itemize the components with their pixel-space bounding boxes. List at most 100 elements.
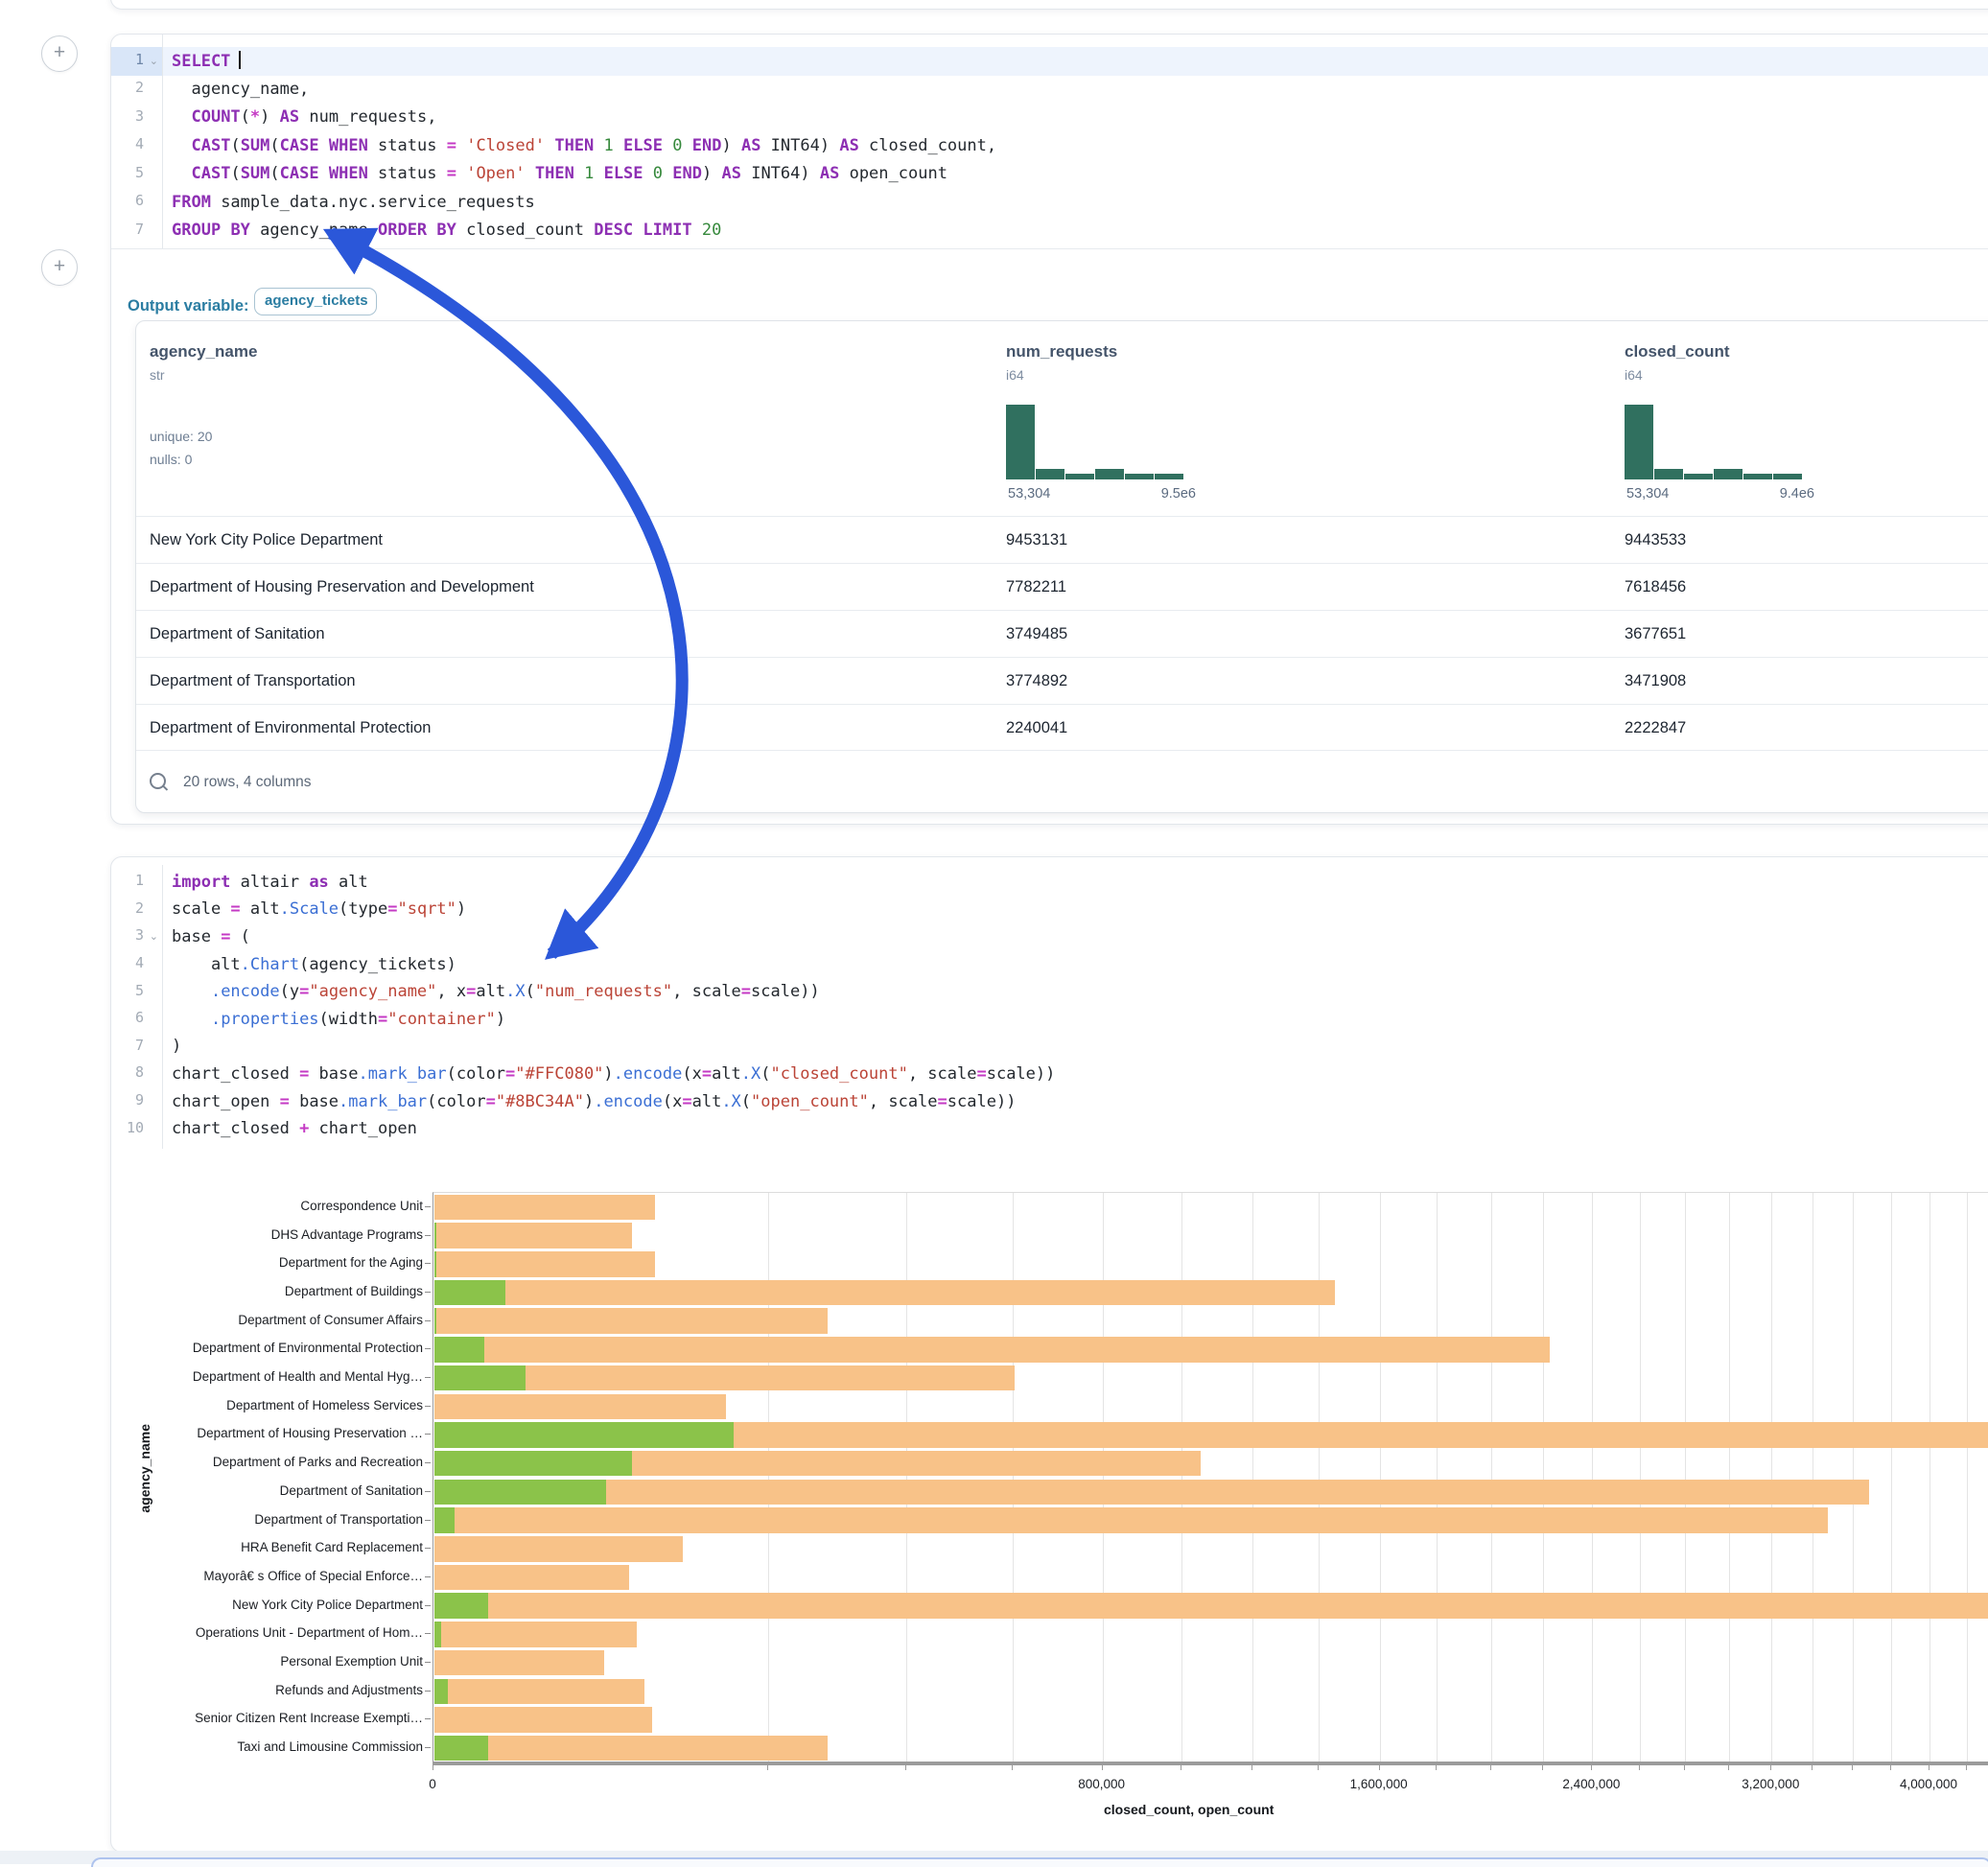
code-line[interactable]: 5 CAST(SUM(CASE WHEN status = 'Open' THE… [111, 160, 1988, 189]
search-icon[interactable] [150, 773, 166, 789]
x-axis-tick-label: 3,200,000 [1703, 1777, 1837, 1791]
bar-closed [434, 1736, 828, 1762]
bar-closed [434, 1622, 637, 1647]
y-axis-label: DHS Advantage Programs [110, 1227, 423, 1242]
y-axis-label: New York City Police Department [110, 1598, 423, 1612]
python-code-editor[interactable]: 1import altair as alt2scale = alt.Scale(… [111, 869, 1988, 1147]
add-cell-button-top[interactable]: + [41, 35, 78, 72]
histogram-bar [1095, 469, 1124, 479]
output-variable-pill[interactable]: agency_tickets [254, 288, 377, 315]
x-tick [1591, 1765, 1592, 1770]
x-tick [1490, 1765, 1491, 1770]
y-axis-label: Department of Transportation [110, 1512, 423, 1527]
code-line[interactable]: 6 .properties(width="container") [111, 1006, 1988, 1034]
code-text: agency_name, [172, 80, 309, 99]
gridline [1252, 1193, 1253, 1762]
table-row[interactable]: New York City Police Department945313194… [136, 516, 1988, 564]
y-tick [425, 1348, 431, 1349]
x-tick [1890, 1765, 1891, 1770]
y-tick [425, 1691, 431, 1692]
table-cell: New York City Police Department [150, 517, 383, 564]
code-line[interactable]: 6FROM sample_data.nyc.service_requests [111, 189, 1988, 218]
code-line[interactable]: 7GROUP BY agency_name ORDER BY closed_co… [111, 217, 1988, 245]
bar-closed [434, 1394, 726, 1420]
code-text: scale = alt.Scale(type="sqrt") [172, 899, 466, 919]
code-line[interactable]: 5 .encode(y="agency_name", x=alt.X("num_… [111, 978, 1988, 1006]
sql-code-editor[interactable]: 1⌄SELECT2 agency_name,3 COUNT(*) AS num_… [111, 47, 1988, 248]
line-number: 2 [115, 79, 144, 96]
x-tick [767, 1765, 768, 1770]
table-cell: 2222847 [1625, 705, 1686, 752]
gridline [906, 1193, 907, 1762]
gridline [1181, 1193, 1182, 1762]
line-gutter: 5 [111, 978, 162, 1006]
table-row[interactable]: Department of Housing Preservation and D… [136, 563, 1988, 611]
collapse-chevron-icon[interactable]: ⌄ [150, 55, 158, 67]
code-text: .properties(width="container") [172, 1010, 505, 1029]
y-tick [425, 1491, 431, 1492]
output-variable-bar: Output variable: agency_tickets [111, 248, 1988, 321]
column-header-num_requests[interactable]: num_requests [1006, 342, 1117, 362]
code-line[interactable]: 10chart_closed + chart_open [111, 1115, 1988, 1143]
next-cell-top-edge[interactable] [91, 1857, 1988, 1867]
code-text: GROUP BY agency_name ORDER BY closed_cou… [172, 221, 721, 240]
line-number: 1 [115, 51, 144, 68]
code-line[interactable]: 4 alt.Chart(agency_tickets) [111, 951, 1988, 979]
y-axis-label: Department of Buildings [110, 1284, 423, 1298]
add-cell-button-output[interactable]: + [41, 249, 78, 286]
bar-open [434, 1308, 436, 1334]
table-row[interactable]: Department of Transportation377489234719… [136, 657, 1988, 705]
table-row[interactable]: Department of Environmental Protection22… [136, 704, 1988, 752]
x-axis-tick-label: 1,600,000 [1312, 1777, 1446, 1791]
bar-open [434, 1622, 441, 1647]
x-tick [1684, 1765, 1685, 1770]
gridline [1103, 1193, 1104, 1762]
table-cell: Department of Housing Preservation and D… [150, 564, 534, 611]
code-line[interactable]: 9chart_open = base.mark_bar(color="#8BC3… [111, 1088, 1988, 1116]
bar-closed [434, 1707, 652, 1733]
column-meta: unique: 20 [150, 429, 212, 444]
code-line[interactable]: 1⌄SELECT [111, 47, 1988, 76]
code-line[interactable]: 3 COUNT(*) AS num_requests, [111, 104, 1988, 132]
y-axis-label: Department of Consumer Affairs [110, 1313, 423, 1327]
y-tick [425, 1462, 431, 1463]
column-meta: nulls: 0 [150, 452, 192, 467]
code-text: CAST(SUM(CASE WHEN status = 'Open' THEN … [172, 164, 947, 183]
y-axis-label: Department of Housing Preservation … [110, 1426, 423, 1440]
gridline [1771, 1193, 1772, 1762]
x-axis-tick-label: 2,400,000 [1524, 1777, 1658, 1791]
code-line[interactable]: 1import altair as alt [111, 869, 1988, 897]
histogram-bar [1006, 405, 1035, 479]
y-axis-label: HRA Benefit Card Replacement [110, 1540, 423, 1554]
code-line[interactable]: 3⌄base = ( [111, 923, 1988, 951]
column-header-closed_count[interactable]: closed_count [1625, 342, 1730, 362]
table-row[interactable]: Department of Sanitation37494853677651 [136, 610, 1988, 658]
line-gutter: 4 [111, 132, 162, 161]
x-tick [1102, 1765, 1103, 1770]
histogram-bar [1773, 474, 1802, 479]
code-text: COUNT(*) AS num_requests, [172, 107, 436, 127]
y-axis-label: Department of Health and Mental Hyg… [110, 1369, 423, 1384]
code-line[interactable]: 8chart_closed = base.mark_bar(color="#FF… [111, 1061, 1988, 1088]
column-header-agency_name[interactable]: agency_name [150, 342, 257, 362]
bar-open [434, 1422, 734, 1448]
collapse-chevron-icon[interactable]: ⌄ [150, 930, 158, 943]
code-line[interactable]: 4 CAST(SUM(CASE WHEN status = 'Closed' T… [111, 132, 1988, 161]
x-tick [1012, 1765, 1013, 1770]
y-tick [425, 1292, 431, 1293]
gridline [1543, 1193, 1544, 1762]
code-text: base = ( [172, 927, 250, 946]
bar-open [434, 1280, 505, 1306]
x-tick [1542, 1765, 1543, 1770]
y-axis-label: Operations Unit - Department of Hom… [110, 1625, 423, 1640]
code-line[interactable]: 2 agency_name, [111, 76, 1988, 105]
gridline [1640, 1193, 1641, 1762]
code-line[interactable]: 7) [111, 1034, 1988, 1062]
x-tick [1852, 1765, 1853, 1770]
code-line[interactable]: 2scale = alt.Scale(type="sqrt") [111, 897, 1988, 924]
y-axis-label: Department of Sanitation [110, 1483, 423, 1498]
y-axis-label: Refunds and Adjustments [110, 1683, 423, 1697]
line-number: 10 [115, 1119, 144, 1136]
line-number: 6 [115, 1009, 144, 1026]
line-gutter: 2 [111, 76, 162, 105]
